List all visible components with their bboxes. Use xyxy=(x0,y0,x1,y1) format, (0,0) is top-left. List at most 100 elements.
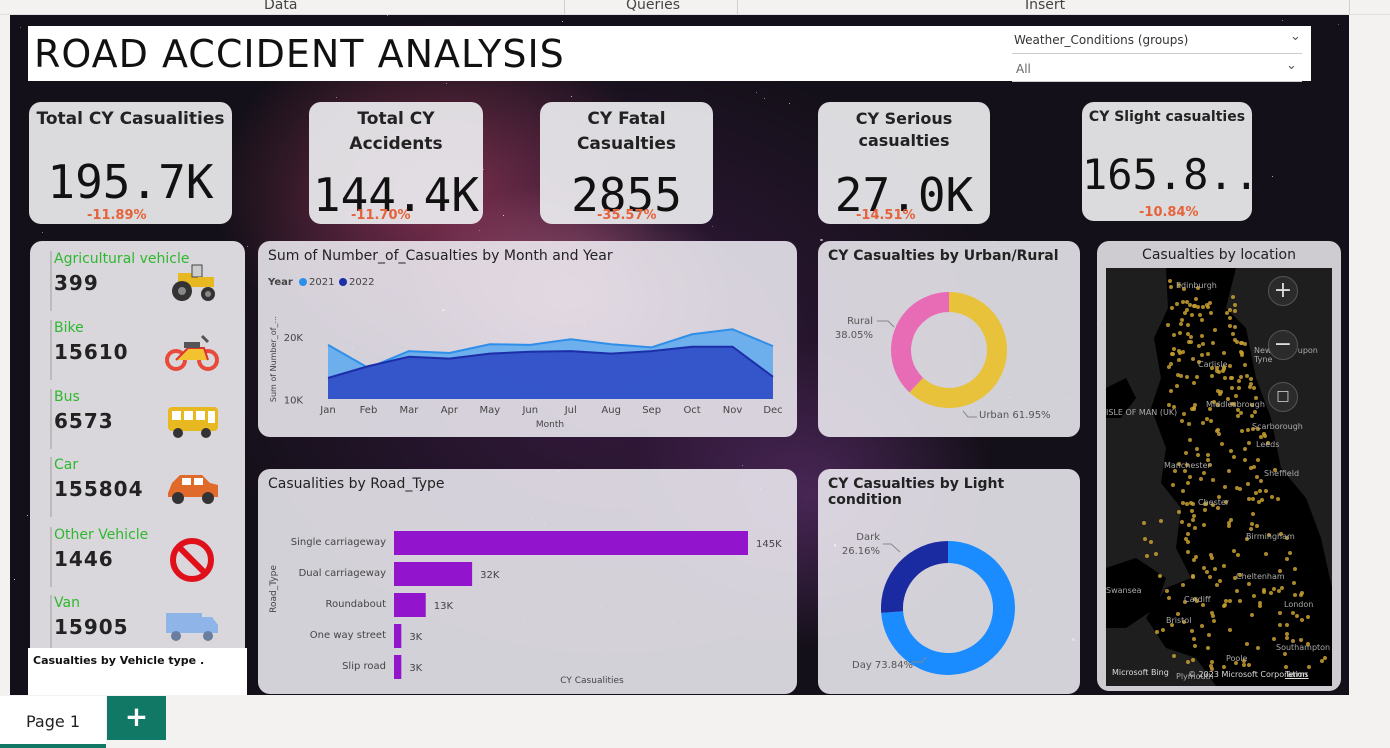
donut-slice-dark xyxy=(881,541,948,613)
casualty-dot xyxy=(1283,665,1288,670)
bar xyxy=(394,531,748,555)
casualty-dot xyxy=(1269,494,1274,499)
star xyxy=(561,20,563,22)
page-tab-bar: Page 1 + xyxy=(0,696,1390,748)
vehicle-item-van[interactable]: Van 15905 xyxy=(50,595,230,655)
vehicle-count: 15905 xyxy=(54,615,129,639)
rural-leader-line xyxy=(877,320,895,328)
kpi-title: Total CY Casualities xyxy=(36,109,225,129)
ribbon-tab-insert[interactable]: Insert xyxy=(1025,0,1065,13)
bar-value-label: 32K xyxy=(480,570,500,581)
vehicle-item-bike[interactable]: Bike 15610 xyxy=(50,320,230,380)
road-type-bar-chart: Road_Type CY Casualities Single carriage… xyxy=(269,531,782,686)
chevron-down-icon[interactable]: ⌄ xyxy=(1286,58,1297,73)
casualty-dot xyxy=(1251,594,1256,599)
casualty-dot xyxy=(1292,567,1297,572)
map-terms-link[interactable]: Terms xyxy=(1285,670,1309,679)
casualty-dot xyxy=(1210,477,1215,482)
vehicle-count: 399 xyxy=(54,271,99,295)
casualty-dot xyxy=(1184,374,1189,379)
vehicle-item-other[interactable]: Other Vehicle 1446 xyxy=(50,527,230,587)
zoom-out-button[interactable]: − xyxy=(1268,330,1298,360)
x-axis-label: CY Casualities xyxy=(560,676,624,686)
kpi-serious-casualties[interactable]: CY Serious casualties 27.0K -14.51% xyxy=(818,102,990,224)
y-axis-label: Road_Type xyxy=(269,565,279,613)
urban-label: Urban 61.95% xyxy=(979,410,1051,421)
urban-rural-donut: Rural 38.05% Urban 61.95% xyxy=(835,292,1051,421)
casualty-dot xyxy=(1242,446,1247,451)
casualty-dot xyxy=(1233,308,1238,313)
casualty-dot xyxy=(1144,553,1149,558)
casualty-dot xyxy=(1227,627,1232,632)
casualty-dot xyxy=(1268,590,1273,595)
star xyxy=(446,83,448,85)
casualty-dot xyxy=(1186,480,1191,485)
urban-leader-line xyxy=(962,410,977,418)
casualty-dot xyxy=(1263,552,1268,557)
chevron-down-icon[interactable]: ⌄ xyxy=(1290,29,1301,44)
map-city-label: ISLE OF MAN (UK) xyxy=(1106,408,1178,417)
star xyxy=(1271,175,1273,177)
casualty-dot xyxy=(1251,511,1256,516)
kpi-total-casualties[interactable]: Total CY Casualities 195.7K -11.89% xyxy=(29,102,232,224)
ribbon-tab-data[interactable]: Data xyxy=(264,0,297,13)
star xyxy=(336,96,338,98)
vehicle-item-car[interactable]: Car 155804 xyxy=(50,457,230,517)
casualty-dot xyxy=(1178,373,1183,378)
casualty-dot xyxy=(1207,300,1212,305)
light-condition-card[interactable]: CY Casualties by Light condition Dark 26… xyxy=(818,469,1080,694)
area-fill-2022 xyxy=(328,346,773,399)
kpi-delta: -11.89% xyxy=(87,208,147,223)
ribbon-tab-queries[interactable]: Queries xyxy=(626,0,680,13)
casualty-dot xyxy=(1197,312,1202,317)
vehicle-item-agricultural[interactable]: Agricultural vehicle 399 xyxy=(50,251,230,311)
casualty-dot xyxy=(1183,536,1188,541)
add-page-button[interactable]: + xyxy=(107,696,166,740)
casualty-dot xyxy=(1232,337,1237,342)
casualty-dot xyxy=(1190,573,1195,578)
casualty-dot xyxy=(1190,629,1194,633)
bus-icon xyxy=(168,407,218,438)
map-city-label: Cheltenham xyxy=(1236,572,1285,581)
casualties-by-month-card[interactable]: Sum of Number_of_Casualties by Month and… xyxy=(258,241,797,437)
casualty-dot xyxy=(1295,613,1300,618)
urban-rural-card[interactable]: CY Casualties by Urban/Rural Rural 38.05… xyxy=(818,241,1080,437)
casualty-dot xyxy=(1194,447,1199,452)
bar-value-label: 3K xyxy=(409,632,422,643)
kpi-slight-casualties[interactable]: CY Slight casualties 165.8... -10.84% xyxy=(1082,102,1252,221)
casualty-dot xyxy=(1227,316,1232,321)
map-view[interactable]: EdinburghNewcastle upon TyneCarlisleMidd… xyxy=(1106,268,1332,686)
light-condition-donut: Dark 26.16% Day 73.84% xyxy=(842,532,1015,675)
slicer-dropdown-value[interactable]: All xyxy=(1016,62,1031,76)
casualty-dot xyxy=(1205,351,1210,356)
star xyxy=(483,169,485,171)
casualty-dot xyxy=(1263,488,1268,493)
x-tick-label: Jan xyxy=(319,405,335,416)
casualty-dot xyxy=(1182,310,1187,315)
x-tick-label: Sep xyxy=(642,405,661,416)
casualty-dot xyxy=(1190,518,1195,523)
slicer-underline xyxy=(1012,81,1302,82)
casualty-dot xyxy=(1190,658,1195,663)
legend-2022-swatch xyxy=(339,278,347,286)
select-region-icon[interactable]: □ xyxy=(1268,382,1298,412)
kpi-total-accidents[interactable]: Total CY Accidents 144.4K -11.70% xyxy=(309,102,483,224)
map-city-label: Scarborough xyxy=(1252,422,1303,431)
tab-page-1[interactable]: Page 1 xyxy=(0,696,106,748)
casualty-dot xyxy=(1179,519,1184,524)
casualty-dot xyxy=(1187,437,1192,442)
bar xyxy=(394,655,402,679)
casualty-dot xyxy=(1194,375,1199,380)
vehicle-name: Other Vehicle xyxy=(54,527,149,543)
casualties-by-road-type-card[interactable]: Casualities by Road_Type Road_Type CY Ca… xyxy=(258,469,797,694)
kpi-title: CY Fatal Casualties xyxy=(576,109,677,154)
zoom-in-button[interactable]: + xyxy=(1268,276,1298,306)
casualty-dot xyxy=(1185,322,1190,327)
bar-value-label: 145K xyxy=(756,539,782,550)
location-map-card[interactable]: Casualties by location EdinburghNewcastl… xyxy=(1097,241,1341,691)
vehicle-item-bus[interactable]: Bus 6573 xyxy=(50,389,230,449)
kpi-fatal-casualties[interactable]: CY Fatal Casualties 2855 -35.57% xyxy=(540,102,713,224)
x-tick-label: Aug xyxy=(601,405,621,416)
vehicle-type-panel: Agricultural vehicle 399 Bike 15610 Bus … xyxy=(30,241,245,661)
bar-value-label: 13K xyxy=(434,601,454,612)
